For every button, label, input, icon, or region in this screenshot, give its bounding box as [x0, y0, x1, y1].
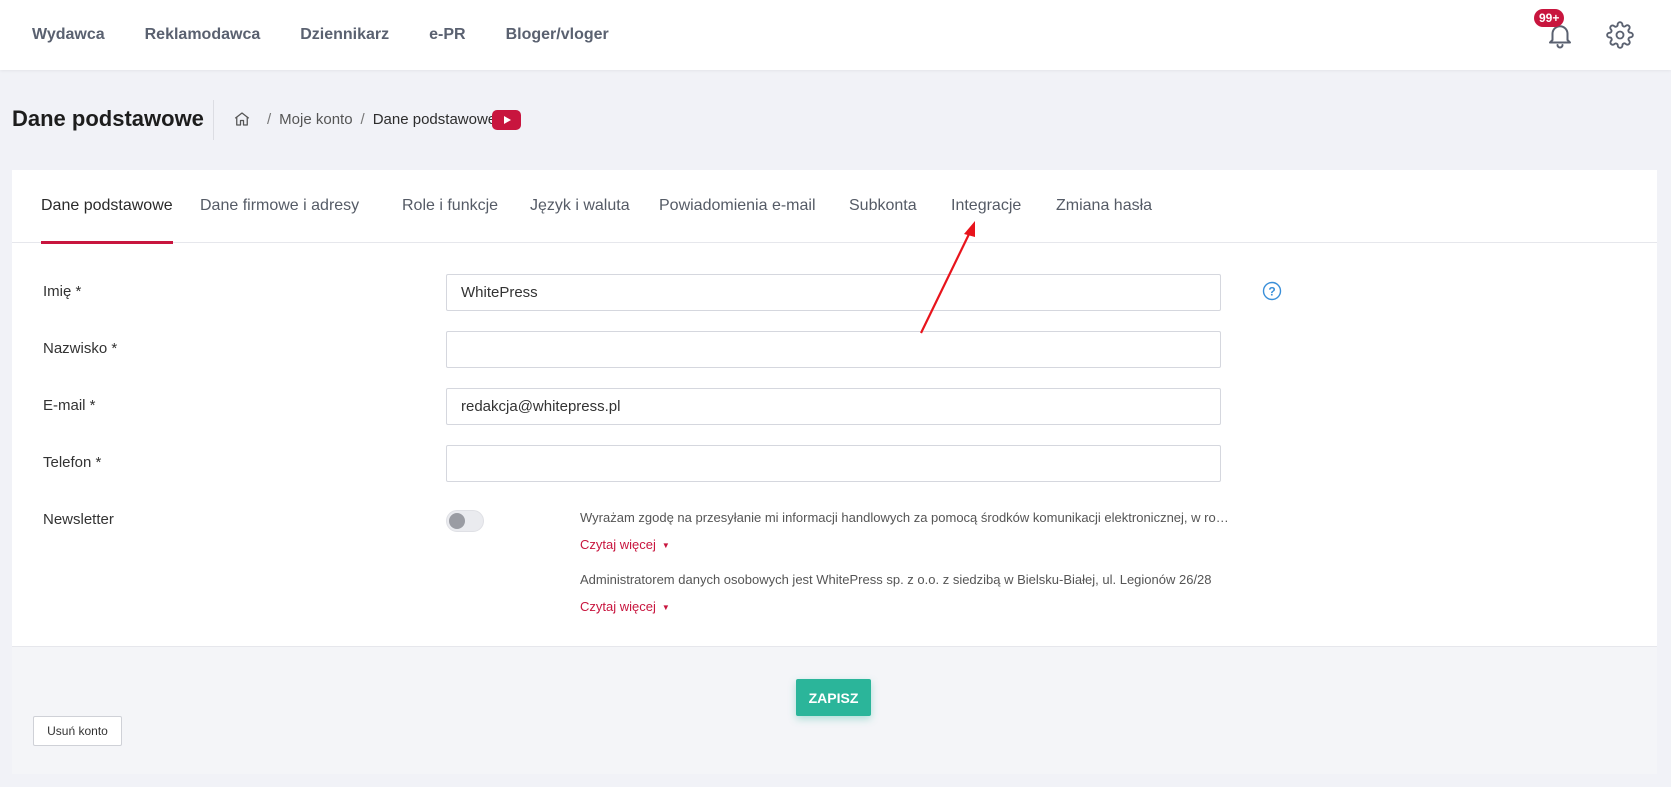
last-name-label: Nazwisko * [43, 340, 118, 357]
page-title: Dane podstawowe [12, 106, 204, 131]
tab-dane-firmowe[interactable]: Dane firmowe i adresy [200, 197, 359, 243]
settings-card: Dane podstawowe Dane firmowe i adresy Ro… [12, 170, 1657, 774]
first-name-label: Imię * [43, 283, 82, 300]
caret-down-icon: ▼ [661, 603, 670, 613]
delete-account-button[interactable]: Usuń konto [33, 716, 122, 746]
top-menu: Wydawca Reklamodawca Dziennikarz e-PR Bl… [32, 0, 649, 70]
nav-item-bloger-vloger[interactable]: Bloger/vloger [506, 26, 609, 44]
breadcrumb-separator: / [360, 110, 365, 128]
email-label: E-mail * [43, 397, 96, 414]
home-icon[interactable] [233, 110, 251, 128]
help-icon[interactable]: ? [1262, 281, 1282, 301]
email-input[interactable] [446, 388, 1221, 425]
header-divider [213, 100, 214, 140]
video-play-icon[interactable] [492, 110, 521, 130]
gear-icon[interactable] [1606, 21, 1634, 49]
phone-input[interactable] [446, 445, 1221, 482]
consent-gdpr-text: Administratorem danych osobowych jest Wh… [580, 572, 1212, 587]
last-name-input[interactable] [446, 331, 1221, 368]
top-navigation: Wydawca Reklamodawca Dziennikarz e-PR Bl… [0, 0, 1671, 70]
read-more-link-1[interactable]: Czytaj więcej ▼ [580, 537, 670, 552]
nav-item-wydawca[interactable]: Wydawca [32, 26, 105, 44]
read-more-link-2[interactable]: Czytaj więcej ▼ [580, 599, 670, 614]
tab-integracje[interactable]: Integracje [951, 197, 1021, 243]
tab-jezyk-i-waluta[interactable]: Język i waluta [530, 197, 630, 243]
toggle-knob [449, 513, 465, 529]
newsletter-toggle[interactable] [446, 510, 484, 532]
save-button[interactable]: ZAPISZ [796, 679, 871, 716]
notifications-badge: 99+ [1534, 9, 1565, 27]
nav-item-e-pr[interactable]: e-PR [429, 26, 465, 44]
caret-down-icon: ▼ [661, 541, 670, 551]
tab-zmiana-hasla[interactable]: Zmiana hasła [1056, 197, 1152, 243]
phone-label: Telefon * [43, 454, 102, 471]
newsletter-label: Newsletter [43, 511, 114, 528]
tab-bar: Dane podstawowe Dane firmowe i adresy Ro… [12, 170, 1657, 244]
breadcrumb: / Moje konto / Dane podstawowe [233, 110, 496, 128]
breadcrumb-moje-konto[interactable]: Moje konto [279, 111, 352, 128]
first-name-input[interactable] [446, 274, 1221, 311]
tab-dane-podstawowe[interactable]: Dane podstawowe [41, 197, 173, 244]
breadcrumb-current: Dane podstawowe [372, 110, 497, 128]
tab-powiadomienia[interactable]: Powiadomienia e-mail [659, 197, 816, 243]
tab-role-i-funkcje[interactable]: Role i funkcje [402, 197, 498, 243]
tab-subkonta[interactable]: Subkonta [849, 197, 917, 243]
svg-text:?: ? [1268, 284, 1275, 298]
form-footer: ZAPISZ Usuń konto [12, 646, 1657, 774]
nav-item-reklamodawca[interactable]: Reklamodawca [145, 26, 261, 44]
nav-item-dziennikarz[interactable]: Dziennikarz [300, 26, 389, 44]
read-more-label: Czytaj więcej [580, 599, 656, 614]
consent-marketing-text: Wyrażam zgodę na przesyłanie mi informac… [580, 510, 1232, 525]
read-more-label: Czytaj więcej [580, 537, 656, 552]
breadcrumb-separator: / [267, 110, 272, 128]
